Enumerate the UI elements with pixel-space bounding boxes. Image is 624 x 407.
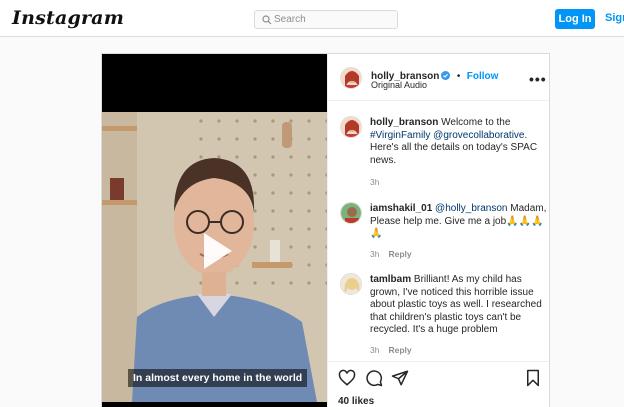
comment-username[interactable]: iamshakil_01	[370, 203, 432, 214]
mention-link[interactable]: @grovecollaborative	[433, 130, 524, 141]
comment-icon[interactable]	[365, 369, 383, 387]
comment-meta: 3h Reply	[370, 345, 412, 355]
reply-button[interactable]: Reply	[388, 249, 411, 259]
mention-link[interactable]: @holly_branson	[435, 203, 507, 214]
share-icon[interactable]	[391, 369, 409, 387]
comment-text: holly_branson Welcome to the #VirginFami…	[370, 117, 548, 167]
video-player[interactable]: In almost every home in the world	[102, 54, 327, 407]
comment-username[interactable]: holly_branson	[370, 117, 438, 128]
search-input[interactable]: Search	[254, 10, 398, 29]
video-caption: In almost every home in the world	[128, 369, 308, 387]
reply-button[interactable]: Reply	[388, 345, 411, 355]
login-button[interactable]: Log In	[555, 9, 595, 29]
author-avatar[interactable]	[340, 67, 362, 89]
top-nav: Instagram Search Log In Sign	[0, 0, 624, 37]
comment-username[interactable]: tamlbam	[370, 274, 411, 285]
comment-meta: 3h	[370, 177, 388, 187]
search-icon	[262, 15, 272, 25]
comment-time[interactable]: 3h	[370, 249, 379, 259]
bookmark-icon[interactable]	[524, 369, 542, 387]
comment-meta: 3h Reply	[370, 249, 412, 259]
hashtag-link[interactable]: #VirginFamily	[370, 130, 430, 141]
header-separator: •	[456, 71, 461, 82]
post-header: holly_branson • Follow Original Audio ••…	[328, 54, 549, 101]
follow-button[interactable]: Follow	[467, 71, 499, 82]
post-actions	[328, 361, 549, 391]
likes-count[interactable]: 40 likes	[338, 396, 374, 407]
instagram-logo[interactable]: Instagram	[12, 7, 124, 29]
comment-text: iamshakil_01 @holly_branson Madam, Pleas…	[370, 203, 548, 241]
post-card: In almost every home in the world holly_…	[101, 53, 550, 407]
post-side-panel: holly_branson • Follow Original Audio ••…	[327, 54, 549, 407]
comment-avatar[interactable]	[340, 116, 362, 138]
comment-text: tamlbam Brilliant! As my child has grown…	[370, 274, 548, 337]
original-audio-link[interactable]: Original Audio	[371, 80, 427, 90]
heart-icon[interactable]	[338, 369, 356, 387]
verified-badge-icon	[441, 71, 451, 80]
search-placeholder: Search	[274, 14, 306, 25]
play-icon[interactable]	[190, 227, 238, 275]
more-options-icon[interactable]: •••	[529, 71, 547, 87]
signup-link[interactable]: Sign	[605, 12, 624, 24]
comment-avatar[interactable]	[340, 202, 362, 224]
comment-segment: Welcome to the	[438, 117, 511, 128]
comment-time[interactable]: 3h	[370, 177, 379, 187]
comment-avatar[interactable]	[340, 273, 362, 295]
comment-time[interactable]: 3h	[370, 345, 379, 355]
